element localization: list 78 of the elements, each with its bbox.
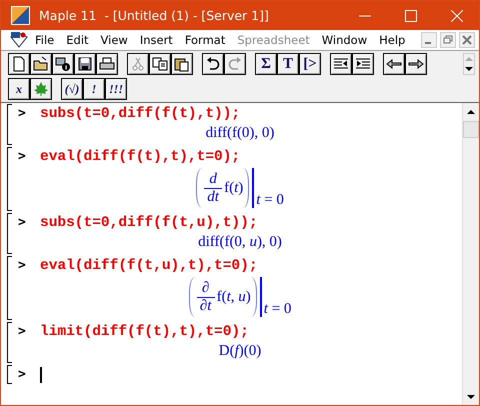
toolbar-button[interactable]: Σ <box>255 53 277 75</box>
left-arrow-icon <box>386 56 402 72</box>
leaf-icon <box>33 81 49 97</box>
open-button[interactable] <box>30 53 52 75</box>
evaluation-condition: t = 0 <box>256 192 284 208</box>
toolbar-scroller[interactable] <box>463 53 475 75</box>
clipboard-icon <box>174 56 190 72</box>
toolbar-button[interactable]: (√) <box>61 78 83 100</box>
math-expression: f(t, u) <box>216 288 251 306</box>
new-button[interactable] <box>8 53 30 75</box>
group-bracket <box>7 322 12 363</box>
evaluation-condition: t = 0 <box>264 301 292 317</box>
printer-icon <box>99 56 115 72</box>
prompt-marker: > <box>18 367 27 382</box>
undo-button[interactable] <box>202 53 224 75</box>
page-icon <box>11 56 27 72</box>
right-arrow-icon <box>408 56 424 72</box>
prompt-marker: > <box>18 324 27 339</box>
group-bracket <box>7 104 12 145</box>
app-icon <box>11 6 30 25</box>
evaluation-bar <box>252 168 254 208</box>
group-bracket <box>7 256 12 320</box>
toolbar-button[interactable]: ! <box>83 78 105 100</box>
scrollbar[interactable] <box>462 103 479 405</box>
copy-icon <box>152 56 168 72</box>
menu-item[interactable]: Window <box>322 33 368 47</box>
copy-button[interactable] <box>149 53 171 75</box>
restore-icon[interactable] <box>440 32 456 48</box>
group-bracket <box>7 365 12 384</box>
prompt-marker: > <box>18 258 27 273</box>
leaf-button[interactable] <box>30 78 52 100</box>
info-button[interactable] <box>52 53 74 75</box>
group-bracket <box>7 147 12 211</box>
math-output: D(f)(0) <box>218 343 262 360</box>
menu-item[interactable]: View <box>100 33 128 47</box>
menu-item[interactable]: Insert <box>140 33 173 47</box>
fraction-numerator: ∂ <box>202 280 210 296</box>
scissors-icon <box>130 56 146 72</box>
paste-button[interactable] <box>171 53 193 75</box>
toolbar-button[interactable]: !!! <box>105 78 127 100</box>
back-button[interactable] <box>383 53 405 75</box>
prompt-marker: > <box>18 215 27 230</box>
undo-icon <box>205 56 221 72</box>
input-command[interactable]: eval(diff(f(t,u),t),t=0); <box>40 258 258 274</box>
close-icon[interactable] <box>459 32 475 48</box>
scrollbar-thumb[interactable] <box>463 121 479 138</box>
forward-button[interactable] <box>405 53 427 75</box>
info-icon <box>55 56 71 72</box>
input-command[interactable]: subs(t=0,diff(f(t),t)); <box>40 106 240 122</box>
window-title: Maple 11 - [Untitled (1) - [Server 1]] <box>39 8 269 23</box>
print-button[interactable] <box>96 53 118 75</box>
group-bracket <box>7 213 12 254</box>
input-command[interactable]: eval(diff(f(t),t),t=0); <box>40 148 240 164</box>
menu-item[interactable]: Format <box>184 33 226 47</box>
outdent-button[interactable] <box>330 53 352 75</box>
input-command[interactable]: subs(t=0,diff(f(t,u),t)); <box>40 214 258 230</box>
indent-button[interactable] <box>352 53 374 75</box>
menu-item[interactable]: Edit <box>66 33 89 47</box>
menu-item[interactable]: File <box>35 33 54 47</box>
toolbar-button[interactable]: [> <box>299 53 321 75</box>
minimize-icon[interactable] <box>421 32 437 48</box>
folder-icon <box>33 56 49 72</box>
math-output: diff(f(0, u), 0) <box>198 234 282 251</box>
maximize-icon[interactable] <box>405 10 417 22</box>
input-command[interactable]: limit(diff(f(t),t),t=0); <box>40 324 249 340</box>
math-output: diff(f(0), 0) <box>206 125 274 142</box>
prompt-marker: > <box>18 149 27 164</box>
menu-item[interactable]: Help <box>379 33 406 47</box>
toolbar-button[interactable]: x <box>8 78 30 100</box>
save-button[interactable] <box>74 53 96 75</box>
evaluation-bar <box>260 277 262 317</box>
fraction-denominator: ∂t <box>200 298 212 314</box>
toolbar-button[interactable]: T <box>277 53 299 75</box>
redo-icon <box>227 56 243 72</box>
fraction-numerator: d <box>209 170 217 188</box>
prompt-marker: > <box>18 106 27 121</box>
math-expression: f(t) <box>224 180 244 196</box>
fraction-denominator: dt <box>207 188 219 206</box>
